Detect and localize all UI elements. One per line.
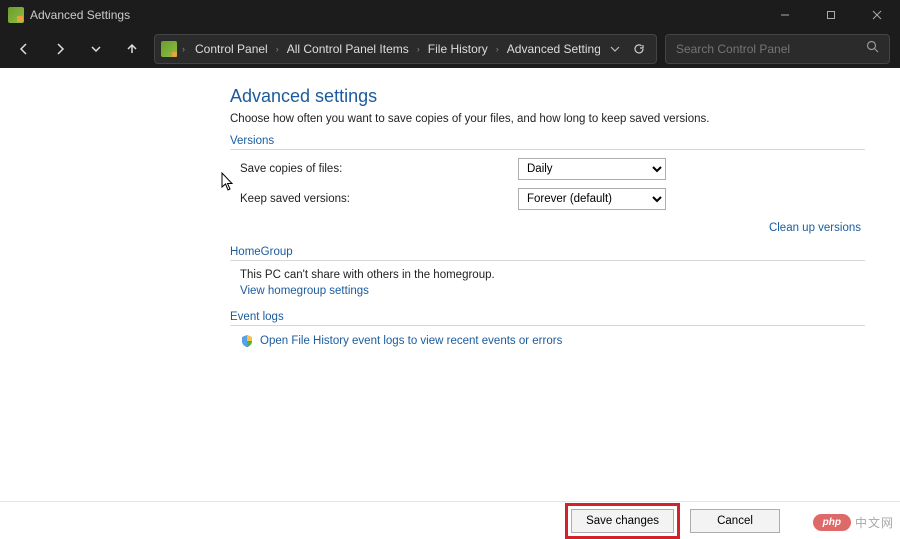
maximize-button[interactable] bbox=[808, 0, 854, 30]
forward-button[interactable] bbox=[46, 35, 74, 63]
search-icon[interactable] bbox=[866, 40, 879, 58]
save-copies-label: Save copies of files: bbox=[240, 163, 518, 175]
homegroup-text: This PC can't share with others in the h… bbox=[230, 269, 865, 281]
versions-heading: Versions bbox=[230, 135, 865, 147]
homegroup-heading: HomeGroup bbox=[230, 246, 865, 258]
save-copies-select[interactable]: Daily bbox=[518, 158, 666, 180]
window-title: Advanced Settings bbox=[30, 8, 130, 22]
eventlogs-link[interactable]: Open File History event logs to view rec… bbox=[260, 335, 562, 347]
titlebar: Advanced Settings bbox=[0, 0, 900, 30]
watermark-text: 中文网 bbox=[855, 514, 894, 531]
breadcrumb-item[interactable]: File History bbox=[423, 39, 493, 59]
section-divider bbox=[230, 325, 865, 326]
breadcrumb: Control Panel › All Control Panel Items … bbox=[190, 39, 600, 59]
breadcrumb-item[interactable]: All Control Panel Items bbox=[282, 39, 414, 59]
chevron-right-icon: › bbox=[275, 44, 280, 54]
watermark: php 中文网 bbox=[813, 514, 894, 531]
content-area: Advanced settings Choose how often you w… bbox=[0, 68, 900, 501]
page-title: Advanced settings bbox=[230, 86, 865, 107]
up-button[interactable] bbox=[118, 35, 146, 63]
close-button[interactable] bbox=[854, 0, 900, 30]
back-button[interactable] bbox=[10, 35, 38, 63]
save-button[interactable]: Save changes bbox=[571, 509, 674, 533]
cleanup-link-row: Clean up versions bbox=[230, 218, 865, 236]
breadcrumb-item[interactable]: Advanced Settings bbox=[502, 39, 600, 59]
window-controls bbox=[762, 0, 900, 30]
address-bar[interactable]: › Control Panel › All Control Panel Item… bbox=[154, 34, 657, 64]
cleanup-versions-link[interactable]: Clean up versions bbox=[769, 222, 861, 234]
address-icon bbox=[161, 41, 177, 57]
search-box[interactable] bbox=[665, 34, 890, 64]
search-input[interactable] bbox=[676, 42, 858, 56]
address-dropdown-button[interactable] bbox=[604, 38, 626, 60]
keep-versions-label: Keep saved versions: bbox=[240, 193, 518, 205]
save-highlight: Save changes bbox=[565, 503, 680, 539]
breadcrumb-item[interactable]: Control Panel bbox=[190, 39, 273, 59]
footer: Save changes Cancel bbox=[0, 501, 900, 539]
section-divider bbox=[230, 260, 865, 261]
titlebar-left: Advanced Settings bbox=[8, 7, 130, 23]
section-divider bbox=[230, 149, 865, 150]
cancel-button[interactable]: Cancel bbox=[690, 509, 780, 533]
address-tail bbox=[604, 38, 650, 60]
minimize-button[interactable] bbox=[762, 0, 808, 30]
eventlogs-heading: Event logs bbox=[230, 311, 865, 323]
chevron-right-icon[interactable]: › bbox=[181, 44, 186, 54]
watermark-badge: php bbox=[813, 514, 851, 531]
recent-dropdown-button[interactable] bbox=[82, 35, 110, 63]
shield-icon bbox=[240, 334, 254, 348]
chevron-right-icon: › bbox=[495, 44, 500, 54]
keep-versions-row: Keep saved versions: Forever (default) bbox=[230, 188, 865, 210]
chevron-right-icon: › bbox=[416, 44, 421, 54]
save-copies-row: Save copies of files: Daily bbox=[230, 158, 865, 180]
refresh-button[interactable] bbox=[628, 38, 650, 60]
nav-row: › Control Panel › All Control Panel Item… bbox=[0, 30, 900, 68]
homegroup-settings-link[interactable]: View homegroup settings bbox=[240, 285, 369, 297]
keep-versions-select[interactable]: Forever (default) bbox=[518, 188, 666, 210]
page-description: Choose how often you want to save copies… bbox=[230, 113, 865, 125]
app-icon bbox=[8, 7, 24, 23]
